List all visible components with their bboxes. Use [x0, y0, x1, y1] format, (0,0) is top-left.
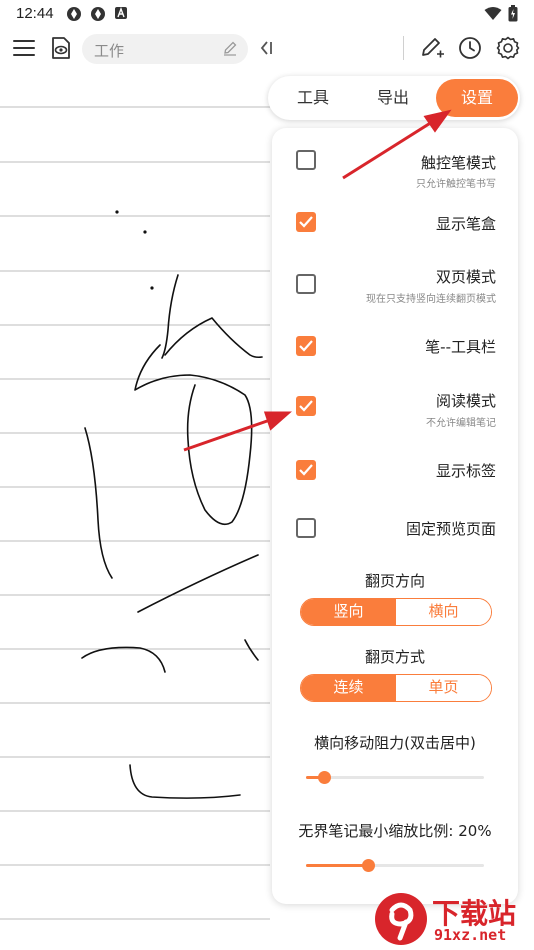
setting-show-pen-box[interactable]: 显示笔盒	[272, 200, 518, 250]
setting-title: 触控笔模式	[420, 154, 496, 172]
note-title-field[interactable]: 工作	[82, 34, 248, 64]
status-time: 12:44	[16, 5, 54, 22]
min-zoom-label: 无界笔记最小缩放比例: 20%	[298, 822, 492, 840]
page-mode-selector: 连续 单页	[300, 674, 492, 702]
setting-title: 双页模式	[435, 268, 496, 286]
setting-subtitle: 只允许触控笔书写	[416, 179, 496, 190]
tab-export[interactable]: 导出	[360, 76, 426, 120]
double-page-checkbox[interactable]	[296, 274, 316, 294]
app-notification-icon	[67, 7, 81, 21]
edit-title-pencil-icon[interactable]	[222, 40, 238, 60]
setting-title: 显示标签	[435, 462, 496, 480]
fixed-preview-checkbox[interactable]	[296, 518, 316, 538]
setting-title: 阅读模式	[435, 392, 496, 410]
watermark-emblem-icon	[375, 893, 427, 945]
horizontal-resistance-slider[interactable]	[306, 771, 484, 784]
toolbar-divider	[403, 36, 404, 60]
setting-title: 笔--工具栏	[425, 338, 496, 356]
setting-read-mode[interactable]: 阅读模式 不允许编辑笔记	[272, 386, 518, 442]
note-title: 工作	[94, 42, 125, 60]
horizontal-resistance-label: 横向移动阻力(双击居中)	[314, 734, 476, 752]
setting-double-page[interactable]: 双页模式 现在只支持竖向连续翻页模式	[272, 262, 518, 318]
app-notification-icon	[91, 7, 105, 21]
status-notification-icons	[66, 6, 128, 22]
slider-thumb[interactable]	[362, 859, 376, 872]
page-direction-selector: 竖向 横向	[300, 598, 492, 626]
setting-fixed-preview[interactable]: 固定预览页面	[272, 508, 518, 558]
page-mode-single-option[interactable]: 单页	[396, 675, 491, 701]
show-pen-box-checkbox[interactable]	[296, 212, 316, 232]
history-clock-icon[interactable]	[455, 33, 485, 63]
watermark-domain: 91xz.net	[434, 926, 507, 944]
slider-thumb[interactable]	[317, 771, 331, 784]
panel-tabs: 工具 导出 设置	[268, 76, 520, 120]
tab-settings[interactable]: 设置	[436, 79, 518, 117]
read-mode-checkbox[interactable]	[296, 396, 316, 416]
slider-fill	[306, 864, 369, 867]
font-notification-icon	[115, 7, 127, 19]
battery-icon	[508, 5, 518, 22]
tab-tools[interactable]: 工具	[280, 76, 346, 120]
status-system-icons	[484, 5, 518, 22]
setting-title: 固定预览页面	[405, 520, 496, 538]
menu-icon[interactable]	[9, 33, 39, 63]
app-toolbar: 工作	[0, 28, 534, 68]
stylus-mode-checkbox[interactable]	[296, 150, 316, 170]
setting-pen-toolbar[interactable]: 笔--工具栏	[272, 324, 518, 374]
min-zoom-slider[interactable]	[306, 859, 484, 872]
wifi-icon	[484, 6, 502, 20]
pen-toolbar-checkbox[interactable]	[296, 336, 316, 356]
preview-eye-icon[interactable]	[46, 33, 76, 63]
page-direction-label: 翻页方向	[364, 572, 425, 590]
page-direction-horizontal-option[interactable]: 横向	[396, 599, 491, 625]
add-pen-icon[interactable]	[417, 33, 447, 63]
setting-subtitle: 现在只支持竖向连续翻页模式	[366, 294, 496, 305]
show-tags-checkbox[interactable]	[296, 460, 316, 480]
setting-stylus-mode[interactable]: 触控笔模式 只允许触控笔书写	[272, 138, 518, 194]
collapse-toolbar-icon[interactable]	[252, 33, 282, 63]
site-watermark-logo: 下载站 91xz.net	[372, 890, 534, 950]
setting-subtitle: 不允许编辑笔记	[426, 418, 496, 429]
settings-panel: 触控笔模式 只允许触控笔书写 显示笔盒 双页模式 现在只支持竖向连续翻页模式 笔…	[272, 128, 518, 904]
setting-title: 显示笔盒	[435, 215, 496, 233]
setting-show-tags[interactable]: 显示标签	[272, 448, 518, 498]
status-bar: 12:44	[0, 0, 534, 28]
page-mode-continuous-option[interactable]: 连续	[301, 675, 396, 701]
page-mode-label: 翻页方式	[364, 648, 425, 666]
page-direction-vertical-option[interactable]: 竖向	[301, 599, 396, 625]
settings-gear-icon[interactable]	[493, 33, 523, 63]
